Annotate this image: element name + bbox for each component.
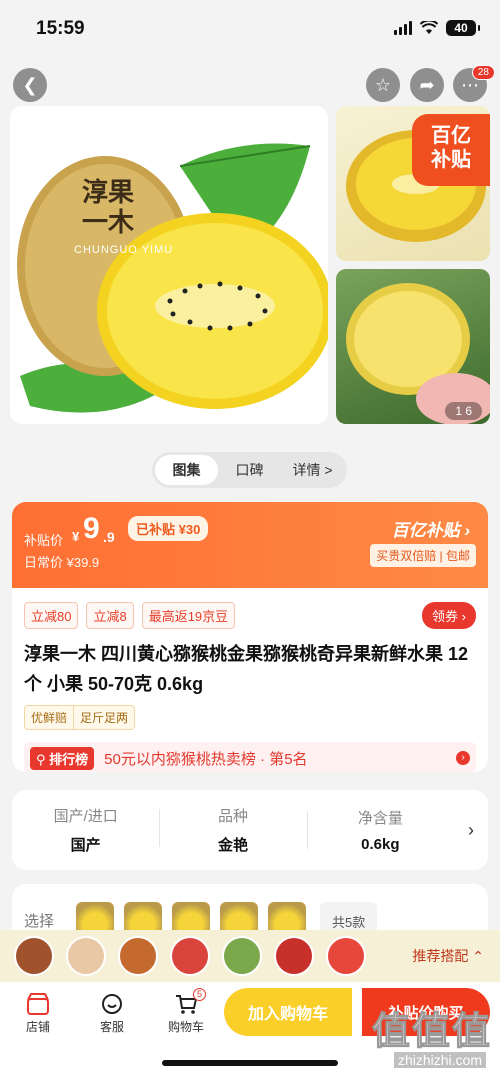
- ranking-badge-label: 排行榜: [49, 751, 89, 767]
- spec-value: 国产: [70, 837, 101, 854]
- recommend-item[interactable]: [170, 936, 210, 976]
- tab-details[interactable]: 详情 >: [281, 455, 344, 485]
- price-decimal: .9: [103, 529, 115, 545]
- subsidy-tag-line2: 补贴: [431, 149, 471, 171]
- add-to-cart-button[interactable]: 加入购物车: [224, 988, 352, 1036]
- home-indicator[interactable]: [162, 1060, 338, 1066]
- recommend-item[interactable]: [222, 936, 262, 976]
- top-nav: ❮ ☆ ➦ ⋯ 28: [0, 65, 500, 106]
- shop-label: 店铺: [25, 1020, 50, 1034]
- chat-smile-icon: [82, 990, 142, 1018]
- cart-count-badge: 5: [193, 988, 206, 1001]
- watermark-url: zhizhizhi.com: [393, 1052, 486, 1068]
- price-label: 补贴价: [24, 533, 64, 548]
- spec-key: 品种: [217, 808, 248, 825]
- thumbnail-image-1[interactable]: 百亿 补贴: [336, 106, 490, 261]
- recommend-label[interactable]: 推荐搭配 ⌃: [412, 946, 484, 966]
- price-card: 补贴价 ¥ 9 .9 日常价 ¥39.9 已补贴 ¥30 百亿补贴 › 买贵双倍…: [12, 502, 488, 772]
- share-button[interactable]: ➦: [410, 68, 444, 102]
- chevron-left-icon: ❮: [22, 74, 38, 95]
- spec-key: 国产/进口: [53, 808, 118, 825]
- image-gallery[interactable]: 淳果一木 CHUNGUO YIMU 百亿 补贴 1 6: [10, 106, 490, 424]
- status-time: 15:59: [36, 18, 85, 39]
- tab-gallery[interactable]: 图集: [155, 455, 218, 485]
- billion-subsidy-logo[interactable]: 百亿补贴 ›: [392, 516, 470, 541]
- spec-net-weight: 净含量 0.6kg: [306, 807, 454, 853]
- coupon-row: 立减80 立减8 最高返19京豆 领券 ›: [24, 602, 476, 629]
- cart-label: 购物车: [167, 1020, 204, 1034]
- recommend-strip[interactable]: 推荐搭配 ⌃: [0, 930, 500, 982]
- variant-label: 选择: [24, 913, 55, 930]
- spec-origin: 国产/进口 国产: [12, 805, 159, 855]
- kiwi-illustration: [17, 143, 328, 413]
- get-coupon-button[interactable]: 领券 ›: [422, 602, 476, 629]
- spec-row[interactable]: 国产/进口 国产 品种 金艳 净含量 0.6kg ›: [12, 790, 488, 870]
- tab-reviews[interactable]: 口碑: [218, 455, 281, 485]
- recommend-item[interactable]: [14, 936, 54, 976]
- coupon-tag: 立减8: [86, 602, 134, 629]
- product-title: 淳果一木 四川黄心猕猴桃金果猕猴桃奇异果新鲜水果 12个 小果 50-70克 0…: [24, 644, 469, 694]
- chevron-right-icon: ›: [456, 751, 470, 765]
- status-bar: 15:59 40: [0, 0, 500, 60]
- recommend-item[interactable]: [274, 936, 314, 976]
- subsidy-tag-line1: 百亿: [431, 125, 471, 147]
- subsidy-tag: 百亿 补贴: [412, 114, 490, 186]
- spec-variety: 品种 金艳: [159, 805, 306, 855]
- status-icons: 40: [394, 20, 480, 36]
- back-button[interactable]: ❮: [13, 68, 47, 102]
- message-badge: 28: [471, 65, 495, 80]
- favorite-button[interactable]: ☆: [366, 68, 400, 102]
- price-header: 补贴价 ¥ 9 .9 日常价 ¥39.9 已补贴 ¥30 百亿补贴 › 买贵双倍…: [12, 502, 488, 588]
- price-integer: 9: [83, 512, 100, 545]
- signal-icon: [394, 21, 412, 35]
- more-button[interactable]: ⋯ 28: [453, 65, 495, 102]
- ranking-row[interactable]: ⚲ 排行榜 50元以内猕猴桃热卖榜 · 第5名 ›: [24, 742, 476, 772]
- image-counter: 1 6: [445, 402, 482, 420]
- feature-tags: 优鲜赔 足斤足两: [24, 705, 136, 730]
- subsidy-amount-tag: 已补贴 ¥30: [128, 516, 209, 541]
- cart-button[interactable]: 5 购物车: [156, 988, 216, 1035]
- guarantee-tag: 买贵双倍赔 | 包邮: [370, 544, 476, 567]
- spec-value: 金艳: [217, 837, 248, 854]
- store-icon: [8, 990, 68, 1018]
- spec-value: 0.6kg: [361, 836, 400, 853]
- trophy-icon: ⚲: [36, 751, 46, 767]
- battery-icon: 40: [446, 20, 480, 36]
- chevron-right-icon[interactable]: ›: [454, 820, 488, 841]
- kiwi-hand-image: [346, 283, 490, 424]
- shop-button[interactable]: 店铺: [8, 990, 68, 1035]
- ranking-text: 50元以内猕猴桃热卖榜 · 第5名: [104, 750, 308, 768]
- service-button[interactable]: 客服: [82, 990, 142, 1035]
- feature-tag: 足斤足两: [73, 706, 134, 729]
- share-icon: ➦: [419, 74, 435, 95]
- coupon-tag: 最高返19京豆: [141, 602, 236, 629]
- main-product-image[interactable]: 淳果一木 CHUNGUO YIMU: [10, 106, 328, 424]
- thumbnail-image-2[interactable]: 1 6: [336, 269, 490, 424]
- recommend-item[interactable]: [118, 936, 158, 976]
- wifi-icon: [420, 21, 438, 34]
- coupon-tag: 立减80: [24, 602, 79, 629]
- price-currency: ¥: [72, 529, 80, 544]
- cart-icon: 5: [156, 988, 216, 1018]
- recommend-item[interactable]: [326, 936, 366, 976]
- feature-tag: 优鲜赔: [31, 711, 68, 725]
- media-tabs: 图集 口碑 详情 >: [152, 452, 347, 488]
- recommend-item[interactable]: [66, 936, 106, 976]
- star-icon: ☆: [374, 74, 392, 95]
- spec-key: 净含量: [357, 810, 403, 827]
- price-body: 立减80 立减8 最高返19京豆 领券 › 淳果一木 四川黄心猕猴桃金果猕猴桃奇…: [12, 588, 488, 772]
- ranking-badge: ⚲ 排行榜: [30, 746, 95, 770]
- brand-en: CHUNGUO YIMU: [74, 244, 174, 256]
- service-label: 客服: [99, 1020, 124, 1034]
- watermark-logo: 值值值: [371, 1011, 492, 1054]
- daily-price: 日常价 ¥39.9: [24, 555, 100, 570]
- brand-mark: 淳果一木: [82, 178, 135, 238]
